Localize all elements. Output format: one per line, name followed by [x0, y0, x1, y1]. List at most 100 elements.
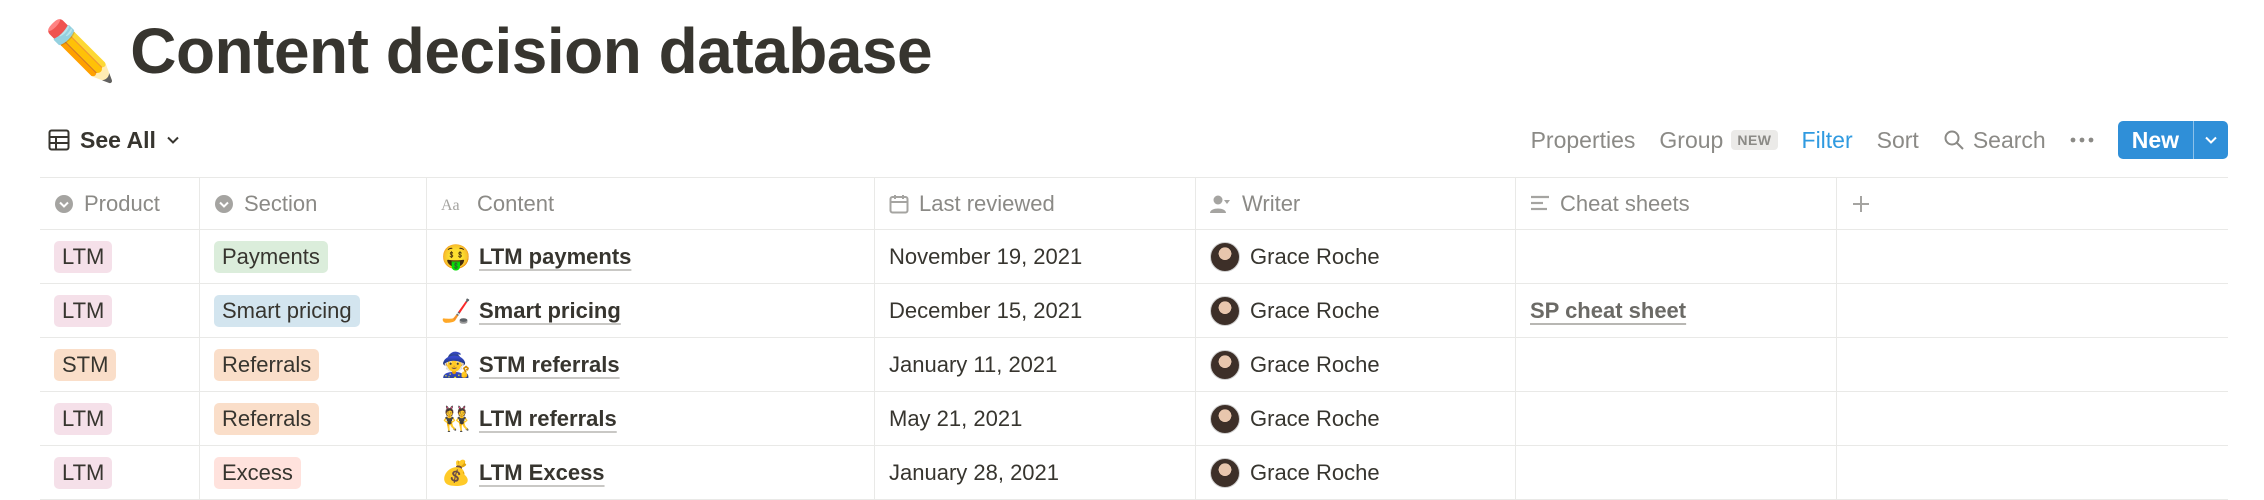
search-icon: [1943, 129, 1965, 151]
product-tag: LTM: [54, 456, 113, 489]
content-cell[interactable]: 🏒 Smart pricing: [427, 284, 875, 337]
content-cell[interactable]: 🧙 STM referrals: [427, 338, 875, 391]
section-tag: Excess: [214, 456, 301, 489]
text-property-icon: Aa: [441, 194, 467, 214]
section-cell[interactable]: Excess: [200, 446, 427, 499]
column-label: Writer: [1242, 190, 1301, 216]
cheat-sheet-link[interactable]: SP cheat sheet: [1530, 298, 1686, 324]
avatar: [1210, 241, 1240, 272]
cheat-sheet-cell[interactable]: SP cheat sheet: [1516, 284, 1837, 337]
content-link[interactable]: LTM referrals: [479, 406, 617, 432]
select-property-icon: [54, 194, 74, 214]
product-tag: LTM: [54, 402, 113, 435]
calendar-icon: [889, 194, 909, 214]
writer-cell[interactable]: Grace Roche: [1196, 392, 1516, 445]
content-cell[interactable]: 💰 LTM Excess: [427, 446, 875, 499]
column-header-cheat-sheets[interactable]: Cheat sheets: [1516, 178, 1837, 229]
content-cell[interactable]: 👯 LTM referrals: [427, 392, 875, 445]
date-text: May 21, 2021: [889, 405, 1023, 431]
properties-button[interactable]: Properties: [1531, 127, 1636, 154]
product-cell[interactable]: STM: [40, 338, 200, 391]
relation-list-icon: [1530, 194, 1550, 214]
column-label: Content: [477, 190, 555, 216]
product-cell[interactable]: LTM: [40, 284, 200, 337]
last-reviewed-cell[interactable]: January 11, 2021: [875, 338, 1196, 391]
product-tag: STM: [54, 348, 117, 381]
new-button[interactable]: New: [2118, 121, 2193, 159]
table-row[interactable]: LTM Referrals 👯 LTM referrals May 21, 202…: [40, 392, 2228, 446]
writer-cell[interactable]: Grace Roche: [1196, 338, 1516, 391]
table-row[interactable]: LTM Excess 💰 LTM Excess January 28, 2021 …: [40, 446, 2228, 500]
view-switcher[interactable]: See All: [48, 127, 180, 154]
chevron-down-icon: [166, 133, 180, 147]
writer-cell[interactable]: Grace Roche: [1196, 284, 1516, 337]
writer-cell[interactable]: Grace Roche: [1196, 230, 1516, 283]
toolbar-actions: Properties Group NEW Filter Sort Search …: [1531, 121, 2228, 159]
content-cell[interactable]: 🤑 LTM payments: [427, 230, 875, 283]
plus-icon: [1851, 194, 1871, 214]
table-row[interactable]: LTM Smart pricing 🏒 Smart pricing Decembe…: [40, 284, 2228, 338]
column-label: Section: [244, 190, 318, 216]
filter-button[interactable]: Filter: [1802, 127, 1853, 154]
writer-name: Grace Roche: [1250, 243, 1380, 269]
section-tag: Referrals: [214, 402, 320, 435]
more-options-button[interactable]: [2070, 136, 2094, 144]
section-cell[interactable]: Payments: [200, 230, 427, 283]
product-cell[interactable]: LTM: [40, 392, 200, 445]
cheat-sheet-cell[interactable]: [1516, 392, 1837, 445]
section-cell[interactable]: Smart pricing: [200, 284, 427, 337]
section-cell[interactable]: Referrals: [200, 338, 427, 391]
view-label: See All: [80, 126, 156, 153]
cheat-sheet-cell[interactable]: [1516, 338, 1837, 391]
section-cell[interactable]: Referrals: [200, 392, 427, 445]
product-tag: LTM: [54, 294, 113, 327]
section-tag: Referrals: [214, 348, 320, 381]
database-table: Product Section Aa Content Last reviewed…: [40, 177, 2228, 500]
column-header-last-reviewed[interactable]: Last reviewed: [875, 178, 1196, 229]
date-text: January 11, 2021: [889, 351, 1058, 377]
empty-cell: [1837, 392, 2228, 445]
writer-name: Grace Roche: [1250, 459, 1380, 485]
column-label: Product: [84, 190, 160, 216]
product-tag: LTM: [54, 240, 113, 273]
cheat-sheet-cell[interactable]: [1516, 230, 1837, 283]
last-reviewed-cell[interactable]: January 28, 2021: [875, 446, 1196, 499]
column-header-product[interactable]: Product: [40, 178, 200, 229]
avatar: [1210, 349, 1240, 380]
content-link[interactable]: STM referrals: [479, 352, 620, 378]
add-column-button[interactable]: [1837, 178, 2228, 229]
product-cell[interactable]: LTM: [40, 446, 200, 499]
table-row[interactable]: LTM Payments 🤑 LTM payments November 19, …: [40, 230, 2228, 284]
page-title[interactable]: Content decision database: [130, 14, 932, 88]
table-row[interactable]: STM Referrals 🧙 STM referrals January 11,…: [40, 338, 2228, 392]
money-mouth-face-icon: 🤑: [441, 242, 471, 271]
last-reviewed-cell[interactable]: December 15, 2021: [875, 284, 1196, 337]
new-dropdown-button[interactable]: [2193, 121, 2228, 159]
hockey-stick-icon: 🏒: [441, 296, 471, 325]
ellipsis-icon: [2070, 136, 2094, 144]
last-reviewed-cell[interactable]: November 19, 2021: [875, 230, 1196, 283]
writer-name: Grace Roche: [1250, 351, 1380, 377]
wizard-icon: 🧙: [441, 350, 471, 379]
writer-name: Grace Roche: [1250, 405, 1380, 431]
search-button[interactable]: Search: [1943, 127, 2046, 154]
select-property-icon: [214, 194, 234, 214]
date-text: November 19, 2021: [889, 243, 1083, 269]
column-header-content[interactable]: Aa Content: [427, 178, 875, 229]
writer-cell[interactable]: Grace Roche: [1196, 446, 1516, 499]
sort-button[interactable]: Sort: [1877, 127, 1919, 154]
last-reviewed-cell[interactable]: May 21, 2021: [875, 392, 1196, 445]
column-header-section[interactable]: Section: [200, 178, 427, 229]
content-link[interactable]: LTM Excess: [479, 460, 605, 486]
column-header-writer[interactable]: Writer: [1196, 178, 1516, 229]
product-cell[interactable]: LTM: [40, 230, 200, 283]
pencil-icon: ✏️: [44, 17, 117, 85]
content-link[interactable]: Smart pricing: [479, 298, 621, 324]
section-tag: Smart pricing: [214, 294, 360, 327]
page-header: ✏️ Content decision database: [44, 14, 933, 88]
group-button[interactable]: Group NEW: [1659, 126, 1778, 154]
cheat-sheet-cell[interactable]: [1516, 446, 1837, 499]
content-link[interactable]: LTM payments: [479, 244, 631, 270]
group-label: Group: [1659, 126, 1724, 153]
column-label: Last reviewed: [919, 190, 1055, 216]
